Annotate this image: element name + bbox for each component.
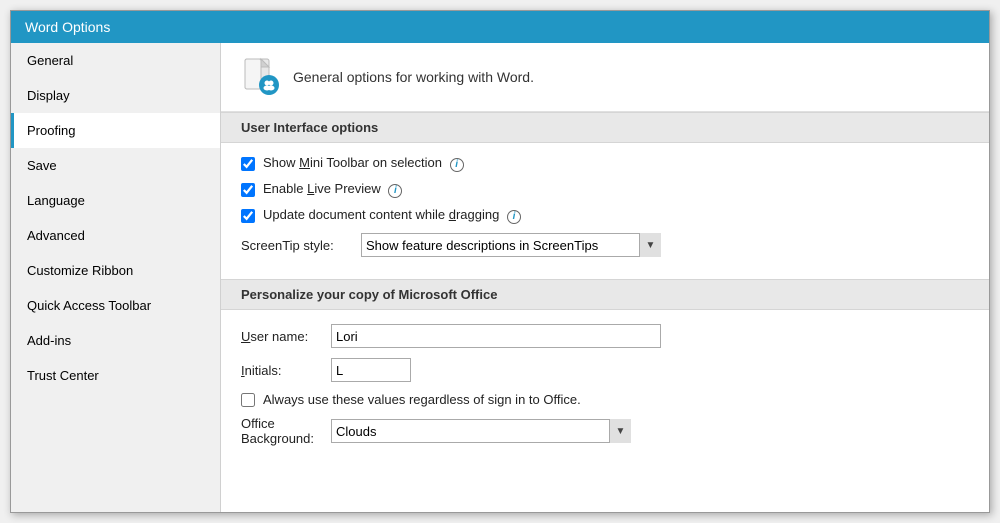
update-dragging-underline-d: d [449, 207, 456, 222]
sidebar-item-language[interactable]: Language [11, 183, 220, 218]
ui-options-header: User Interface options [221, 112, 989, 143]
initials-row: Initials: [241, 358, 969, 382]
office-bg-label: Office Background: [241, 416, 331, 446]
sidebar-item-customize-ribbon[interactable]: Customize Ribbon [11, 253, 220, 288]
live-preview-row: Enable Live Preview i [241, 181, 969, 198]
title-bar: Word Options [11, 11, 989, 43]
office-bg-select[interactable]: Clouds No Background [331, 419, 631, 443]
initials-input[interactable] [331, 358, 411, 382]
ui-options-group: User Interface options Show Mini Toolbar… [221, 112, 989, 279]
live-preview-checkbox[interactable] [241, 183, 255, 197]
personalize-group: Personalize your copy of Microsoft Offic… [221, 279, 989, 470]
update-dragging-info-icon[interactable]: i [507, 210, 521, 224]
sidebar-item-general[interactable]: General [11, 43, 220, 78]
always-use-row: Always use these values regardless of si… [241, 392, 969, 407]
mini-toolbar-underline-m: M [299, 155, 310, 170]
content-area: General Display Proofing Save Language A… [11, 43, 989, 512]
mini-toolbar-label: Show Mini Toolbar on selection i [263, 155, 464, 172]
word-options-icon [241, 57, 281, 97]
dialog-title: Word Options [25, 19, 110, 35]
mini-toolbar-checkbox[interactable] [241, 157, 255, 171]
sidebar-item-quick-access-toolbar[interactable]: Quick Access Toolbar [11, 288, 220, 323]
sidebar-item-display[interactable]: Display [11, 78, 220, 113]
update-dragging-row: Update document content while dragging i [241, 207, 969, 224]
screentip-select-wrapper: Show feature descriptions in ScreenTips … [361, 233, 661, 257]
username-row: User name: [241, 324, 969, 348]
sidebar-item-advanced[interactable]: Advanced [11, 218, 220, 253]
live-preview-info-icon[interactable]: i [388, 184, 402, 198]
personalize-content: User name: Initials: Always us [221, 310, 989, 470]
update-dragging-checkbox[interactable] [241, 209, 255, 223]
mini-toolbar-row: Show Mini Toolbar on selection i [241, 155, 969, 172]
always-use-label: Always use these values regardless of si… [263, 392, 581, 407]
initials-label: Initials: [241, 363, 331, 378]
screentip-select[interactable]: Show feature descriptions in ScreenTips … [361, 233, 661, 257]
office-bg-row: Office Background: Clouds No Background … [241, 416, 969, 446]
office-bg-select-wrapper: Clouds No Background ▼ [331, 419, 631, 443]
update-dragging-label: Update document content while dragging i [263, 207, 521, 224]
username-label: User name: [241, 329, 331, 344]
screentip-row: ScreenTip style: Show feature descriptio… [241, 233, 969, 257]
section-header: General options for working with Word. [221, 43, 989, 112]
live-preview-underline-l: L [307, 181, 314, 196]
mini-toolbar-info-icon[interactable]: i [450, 158, 464, 172]
username-input[interactable] [331, 324, 661, 348]
section-title: General options for working with Word. [293, 69, 534, 85]
sidebar-item-proofing[interactable]: Proofing [11, 113, 220, 148]
word-options-dialog: Word Options General Display Proofing Sa… [10, 10, 990, 513]
sidebar-item-add-ins[interactable]: Add-ins [11, 323, 220, 358]
screentip-label: ScreenTip style: [241, 238, 361, 253]
ui-options-content: Show Mini Toolbar on selection i Enable … [221, 143, 989, 279]
main-panel: General options for working with Word. U… [221, 43, 989, 512]
sidebar: General Display Proofing Save Language A… [11, 43, 221, 512]
always-use-checkbox[interactable] [241, 393, 255, 407]
live-preview-label: Enable Live Preview i [263, 181, 402, 198]
personalize-header: Personalize your copy of Microsoft Offic… [221, 279, 989, 310]
sidebar-item-save[interactable]: Save [11, 148, 220, 183]
sidebar-item-trust-center[interactable]: Trust Center [11, 358, 220, 393]
